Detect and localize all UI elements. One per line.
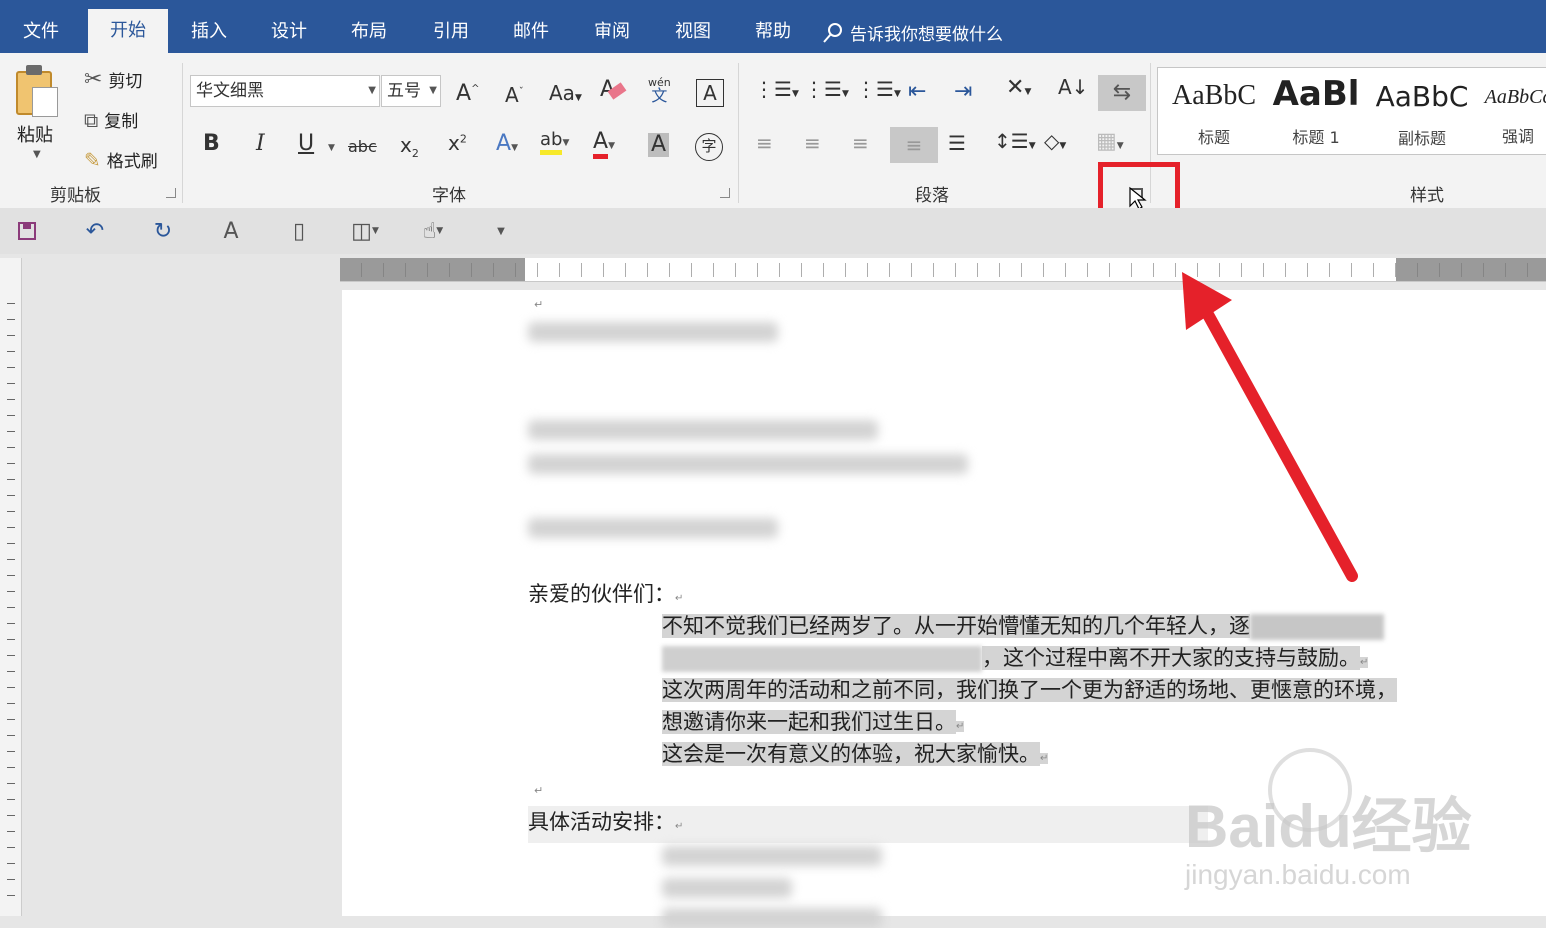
- watermark: Baidu经验 jingyan.baidu.com: [1185, 793, 1472, 890]
